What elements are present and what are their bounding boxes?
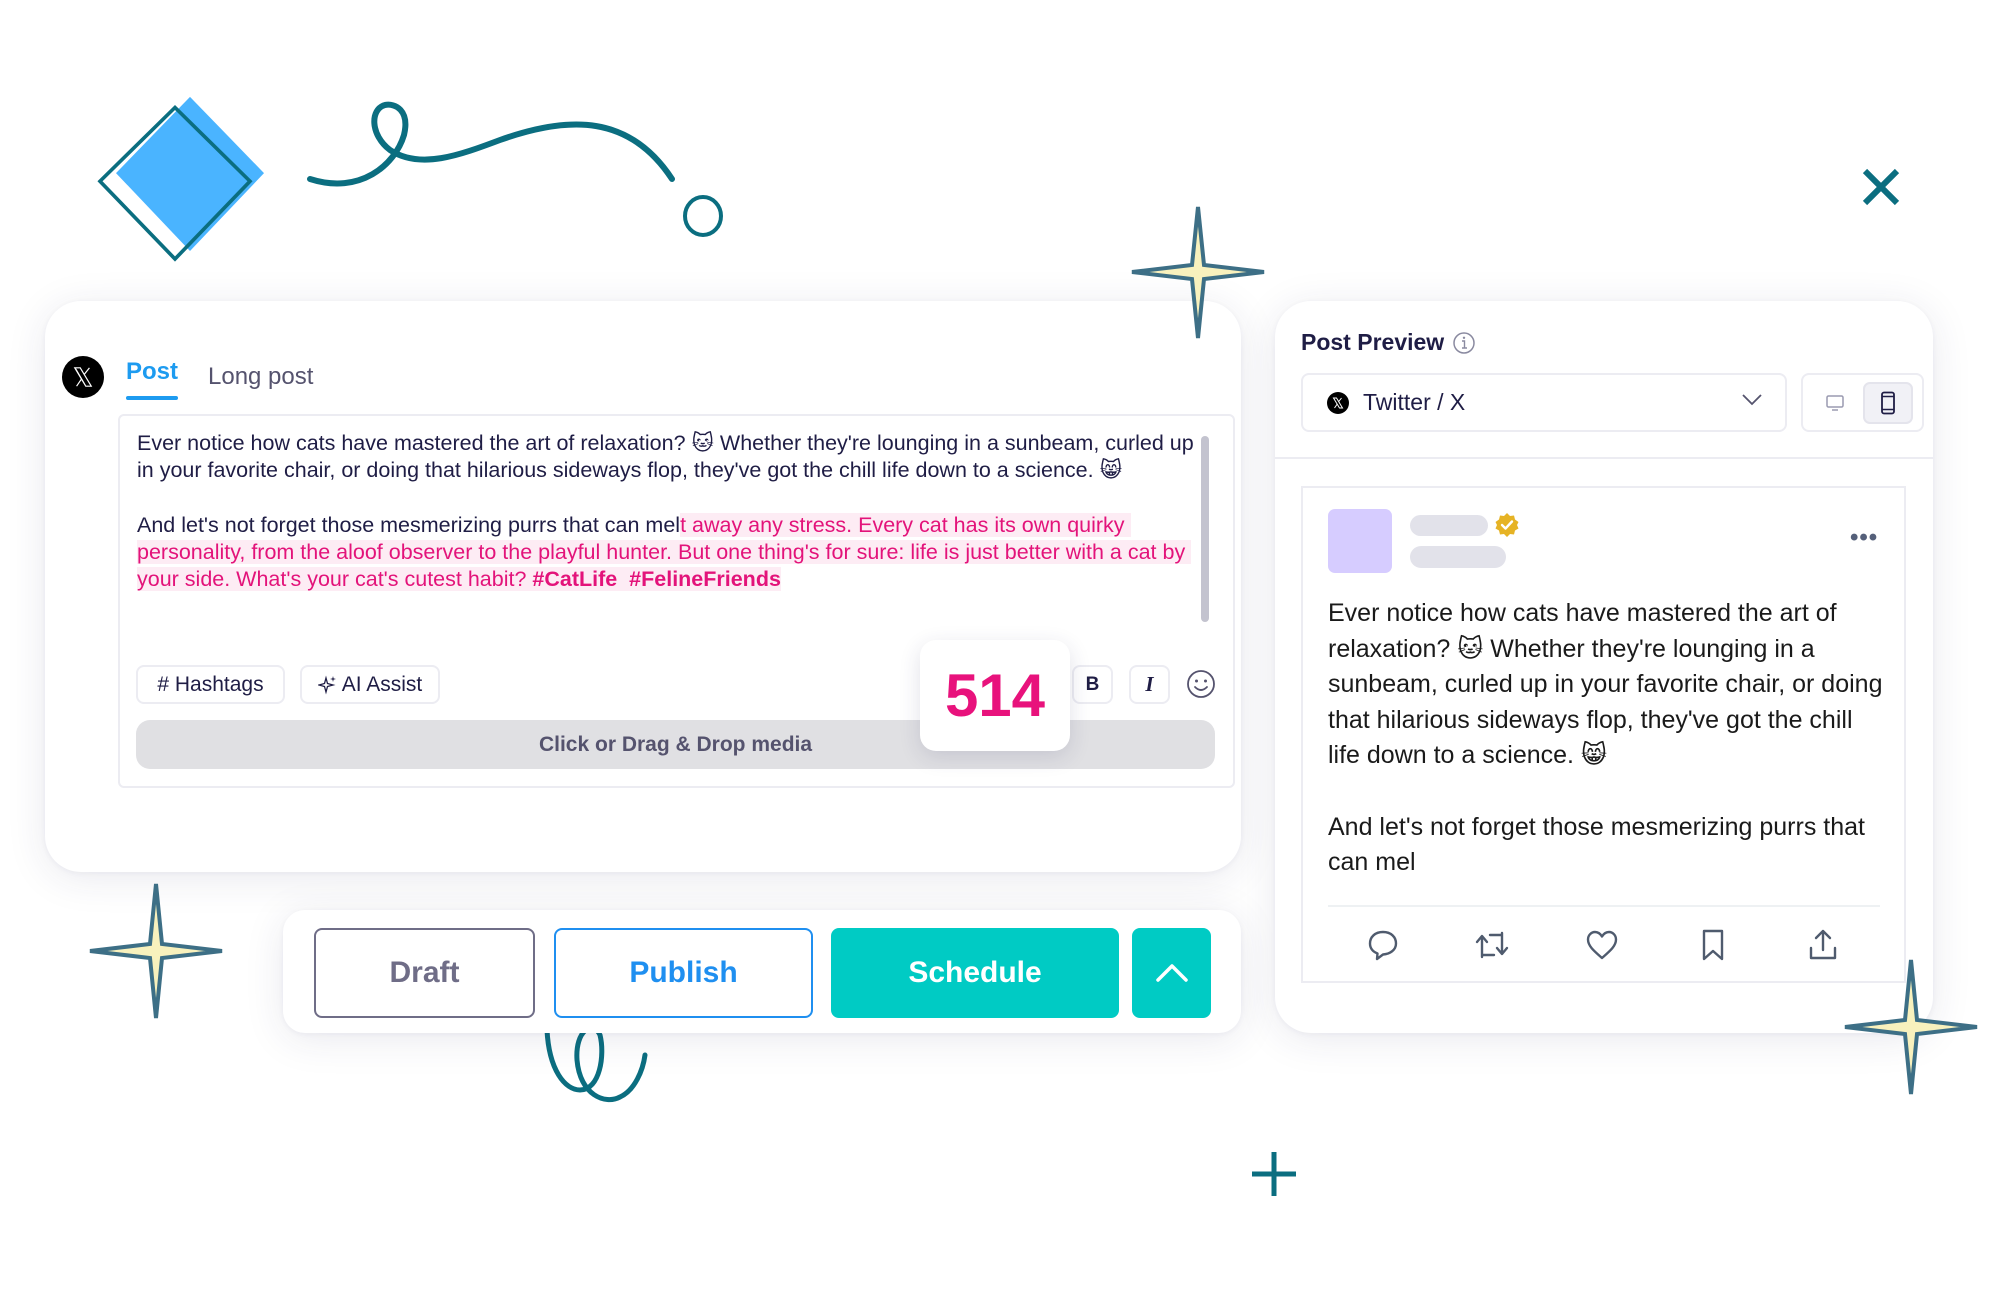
mobile-icon [1881,391,1895,415]
italic-button[interactable]: I [1129,665,1170,704]
hashtag-catlife: #CatLife [532,567,618,592]
avatar [1328,509,1392,573]
tab-long-post[interactable]: Long post [208,363,313,391]
hashtags-label: # Hashtags [157,672,264,696]
chevron-up-icon [1155,964,1188,982]
post-text-content[interactable]: Ever notice how cats have mastered the a… [137,430,1207,594]
schedule-button[interactable]: Schedule [831,928,1119,1018]
hashtag-felinefriends: #FelineFriends [629,567,781,592]
character-count: 514 [944,662,1046,729]
platform-select[interactable]: Twitter / X [1301,373,1787,432]
bold-button[interactable]: B [1072,665,1113,704]
platform-select-value: Twitter / X [1363,389,1466,415]
more-options-icon[interactable]: ••• [1850,524,1878,552]
publish-label: Publish [629,956,738,989]
diamond-decoration [97,96,264,262]
sparkle-star-decoration [1131,206,1265,339]
draft-button[interactable]: Draft [314,928,535,1018]
repost-icon[interactable] [1474,927,1510,963]
sparkle-icon [317,675,336,694]
preview-header: Post Preview [1301,329,1476,356]
desktop-view-button[interactable] [1816,384,1854,422]
plus-decoration [1252,1152,1296,1196]
info-icon[interactable] [1452,331,1476,355]
tweet-text: Ever notice how cats have mastered the a… [1328,599,1883,877]
hashtags-button[interactable]: # Hashtags [136,665,285,704]
sparkle-star-decoration [89,883,223,1019]
reply-icon[interactable] [1365,927,1401,963]
ai-assist-button[interactable]: AI Assist [300,665,440,704]
tab-post[interactable]: Post [126,358,179,400]
mobile-view-button[interactable] [1863,382,1913,424]
bold-label: B [1085,673,1100,695]
swirl-decoration [544,1025,648,1103]
preview-divider [1275,457,1933,459]
publish-button[interactable]: Publish [554,928,813,1018]
name-placeholder [1410,515,1488,536]
verified-badge-icon [1495,513,1519,537]
chevron-down-icon [1742,394,1762,406]
like-icon[interactable] [1584,927,1620,963]
media-dropzone-label: Click or Drag & Drop media [538,732,813,756]
ai-assist-label: AI Assist [341,672,423,696]
share-icon[interactable] [1805,927,1841,963]
handle-placeholder [1410,546,1506,568]
x-logo-icon [62,356,104,398]
x-logo-icon [1327,391,1349,414]
desktop-icon [1826,395,1844,411]
sparkle-star-decoration [1844,959,1978,1095]
tweet-divider [1328,905,1880,907]
x-decoration [1862,168,1900,206]
schedule-options-button[interactable] [1132,928,1211,1018]
bookmark-icon[interactable] [1695,927,1731,963]
draft-label: Draft [389,956,460,989]
circle-decoration [683,195,723,237]
emoji-icon[interactable] [1186,669,1216,699]
schedule-label: Schedule [908,956,1042,989]
character-counter: 514 [920,640,1070,751]
squiggle-decoration [307,101,675,187]
text-scrollbar[interactable] [1201,436,1209,622]
italic-label: I [1145,672,1154,696]
preview-title: Post Preview [1301,329,1445,355]
